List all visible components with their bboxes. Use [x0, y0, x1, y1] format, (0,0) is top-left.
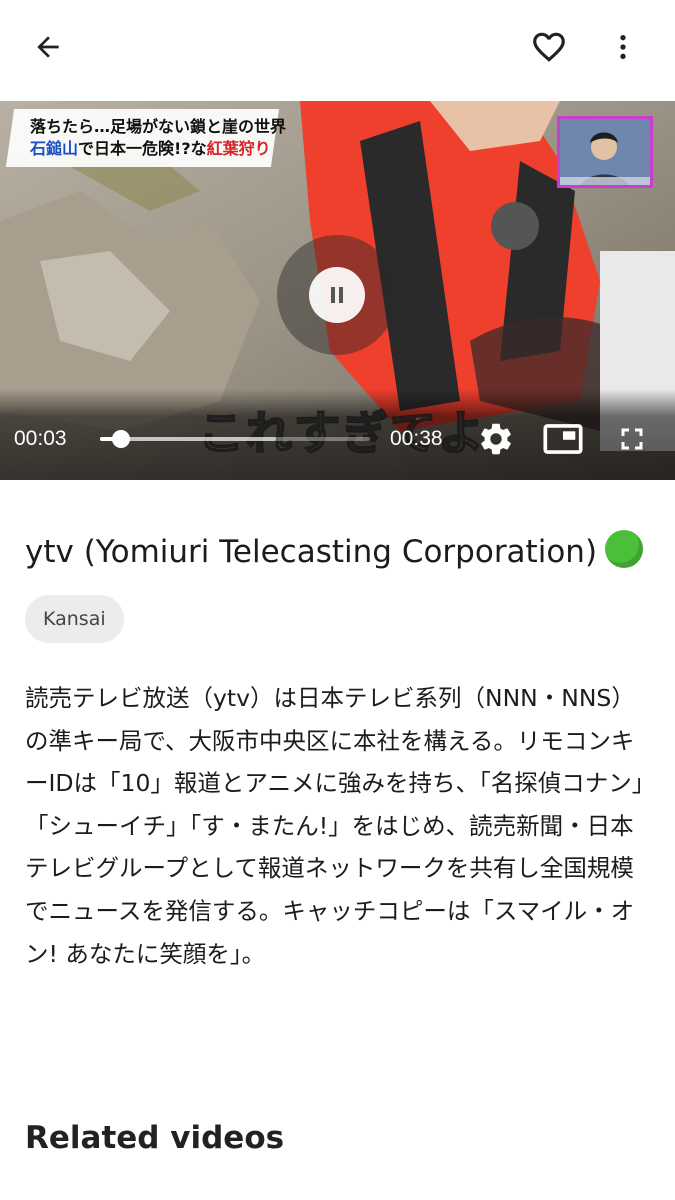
caption-highlight: 紅葉狩り — [206, 139, 271, 158]
heart-outline-icon — [533, 32, 565, 62]
related-videos-heading: Related videos — [25, 1120, 285, 1156]
broadcast-caption-line-1: 落ちたら…足場がない鎖と崖の世界 — [30, 117, 287, 136]
player-controls: これすぎてよ 00:03 00:38 — [0, 389, 675, 480]
more-vertical-icon — [620, 35, 626, 59]
fullscreen-icon — [621, 428, 643, 450]
arrow-left-icon — [37, 36, 59, 58]
seek-bar[interactable] — [100, 430, 370, 448]
channel-title-line: ytv (Yomiuri Telecasting Corporation) — [25, 528, 655, 577]
seek-handle[interactable] — [112, 430, 131, 448]
top-app-bar — [0, 0, 675, 96]
fullscreen-button[interactable] — [612, 419, 652, 459]
settings-icon — [481, 423, 511, 455]
pause-icon — [331, 287, 343, 303]
video-subtitle: これすぎてよ — [197, 405, 486, 461]
more-options-button[interactable] — [595, 19, 651, 75]
duration: 00:38 — [390, 427, 443, 450]
region-tag-chip[interactable]: Kansai — [25, 595, 124, 643]
back-button[interactable] — [20, 19, 76, 75]
favorite-button[interactable] — [521, 19, 577, 75]
caption-location: 石鎚山 — [30, 139, 79, 158]
broadcast-caption-line-2: 石鎚山で日本一危険!?な紅葉狩り — [30, 135, 271, 159]
picture-in-picture-button[interactable] — [543, 419, 583, 459]
caption-middle: で日本一危険!?な — [78, 139, 207, 158]
studio-inset-image — [557, 116, 653, 188]
video-player[interactable]: 落ちたら…足場がない鎖と崖の世界 石鎚山で日本一危険!?な紅葉狩り これすぎてよ… — [0, 101, 675, 480]
current-time: 00:03 — [14, 427, 67, 450]
picture-in-picture-icon — [543, 424, 583, 454]
channel-description: 読売テレビ放送（ytv）は日本テレビ系列（NNN・NNS）の準キー局で、大阪市中… — [25, 684, 644, 968]
pause-button[interactable] — [277, 235, 397, 355]
channel-info: ytv (Yomiuri Telecasting Corporation) Ka… — [25, 528, 655, 975]
live-status-dot-icon — [605, 530, 644, 568]
settings-button[interactable] — [476, 419, 516, 459]
channel-title: ytv (Yomiuri Telecasting Corporation) — [25, 534, 598, 570]
